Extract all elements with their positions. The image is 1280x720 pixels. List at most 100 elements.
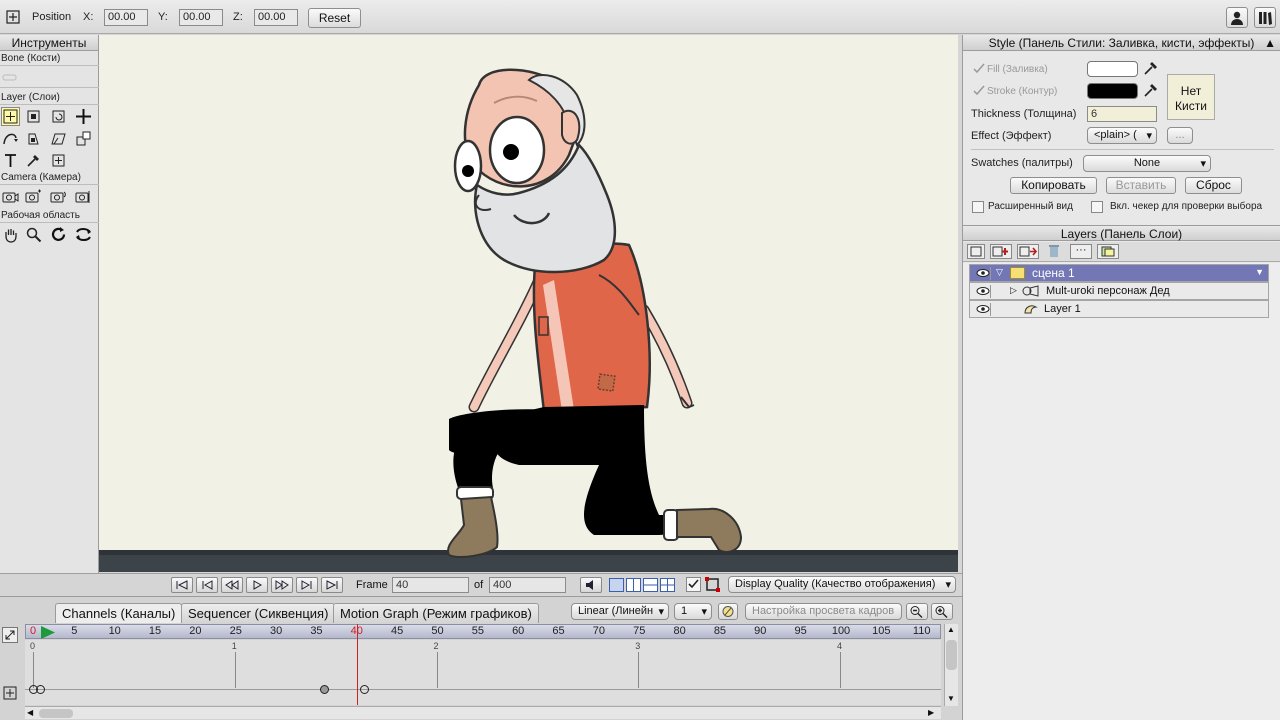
swatches-dropdown[interactable]: None ▾ (1083, 155, 1211, 172)
step-dropdown[interactable]: 1 ▾ (674, 603, 712, 620)
grandpa-character[interactable] (99, 35, 958, 572)
frame-field[interactable]: 40 (392, 577, 469, 593)
layer-row[interactable]: ▽ сцена 1 ▼ (969, 264, 1269, 282)
tab-sequencer[interactable]: Sequencer (Сиквенция) (181, 603, 336, 623)
stroke-checkbox[interactable] (973, 85, 985, 97)
chevron-down-icon[interactable]: ▼ (1255, 267, 1264, 277)
brush-preview[interactable]: Нет Кисти (1167, 74, 1215, 120)
perspective-icon[interactable] (49, 129, 68, 148)
translate-icon[interactable] (74, 107, 93, 126)
zoom-out-icon[interactable] (906, 603, 928, 620)
duplicate-layer-icon[interactable] (990, 244, 1012, 259)
split-horizontal-icon[interactable] (643, 578, 658, 592)
vertical-scrollbar[interactable]: ▲ ▼ (944, 624, 958, 706)
effect-settings-button[interactable]: ... (1167, 127, 1193, 144)
playhead[interactable] (356, 624, 358, 705)
more-icon[interactable]: ··· (1070, 244, 1092, 259)
tab-motion-graph[interactable]: Motion Graph (Режим графиков) (333, 603, 539, 623)
bounds-icon[interactable] (705, 577, 720, 592)
library-icon[interactable] (1254, 7, 1276, 28)
scroll-left-icon[interactable]: ◀ (27, 708, 33, 717)
new-layer-icon[interactable] (967, 244, 985, 259)
copy-layer-icon[interactable] (1017, 244, 1039, 259)
shear-icon[interactable] (24, 129, 43, 148)
reset-button[interactable]: Reset (308, 8, 361, 28)
keyframe-marker[interactable] (320, 685, 329, 694)
single-view-icon[interactable] (609, 578, 624, 592)
keyframe-marker[interactable] (360, 685, 369, 694)
scroll-thumb[interactable] (946, 640, 957, 670)
orbit-workspace-icon[interactable] (74, 225, 93, 244)
fill-color-swatch[interactable] (1087, 61, 1138, 77)
play-icon[interactable] (246, 577, 268, 593)
horizontal-scrollbar[interactable]: ◀ ▶ (25, 706, 941, 719)
keyframe-track[interactable]: 0 1 2 3 4 (25, 640, 941, 705)
advanced-view-checkbox[interactable] (972, 201, 984, 213)
camera-zoom-icon[interactable] (24, 187, 43, 206)
visibility-eye-icon[interactable] (975, 303, 991, 316)
interpolation-dropdown[interactable]: Linear (Линейн ▾ (571, 603, 669, 620)
transform-layer-icon[interactable] (1, 107, 20, 126)
step-forward-icon[interactable] (271, 577, 293, 593)
hand-icon[interactable] (1, 225, 20, 244)
collapse-icon[interactable]: ▲ (1264, 35, 1276, 51)
expand-icon[interactable] (2, 627, 18, 643)
keyframe-marker[interactable] (36, 685, 45, 694)
scale-layer-icon[interactable] (74, 129, 93, 148)
frame-ruler[interactable]: 0 51015202530354045505560657075808590951… (25, 624, 941, 639)
insert-layer-icon[interactable] (49, 151, 68, 170)
effect-dropdown[interactable]: <plain> ( ▾ (1087, 127, 1157, 144)
scroll-up-icon[interactable]: ▲ (947, 625, 955, 634)
total-frames-field[interactable]: 400 (489, 577, 566, 593)
visibility-eye-icon[interactable] (975, 285, 991, 298)
drawing-canvas[interactable] (99, 35, 958, 572)
zoom-icon[interactable] (24, 225, 43, 244)
expand-triangle-icon[interactable]: ▽ (996, 267, 1003, 278)
z-field[interactable]: 00.00 (254, 9, 298, 26)
camera-pan-tilt-icon[interactable] (74, 187, 93, 206)
paste-button[interactable]: Вставить (1106, 177, 1176, 194)
checkmark-icon[interactable] (686, 577, 701, 592)
scroll-down-icon[interactable]: ▼ (947, 694, 955, 703)
quad-view-icon[interactable] (660, 578, 675, 592)
rotate-workspace-icon[interactable] (49, 225, 68, 244)
text-tool-icon[interactable] (1, 151, 20, 170)
onion-skin-settings-button[interactable]: Настройка просвета кадров (745, 603, 902, 620)
onion-skin-icon[interactable] (718, 603, 738, 620)
camera-roll-icon[interactable] (49, 187, 68, 206)
layer-settings-icon[interactable] (1097, 244, 1119, 259)
set-origin-icon[interactable] (24, 107, 43, 126)
last-frame-icon[interactable] (321, 577, 343, 593)
add-keyframe-icon[interactable] (2, 685, 18, 701)
visibility-eye-icon[interactable] (975, 267, 991, 280)
layer-row[interactable]: ▷ Mult-uroki персонаж Дед (969, 282, 1269, 300)
follow-path-icon[interactable] (1, 129, 20, 148)
y-field[interactable]: 00.00 (179, 9, 223, 26)
thickness-field[interactable]: 6 (1087, 106, 1157, 122)
eyedropper-icon[interactable] (24, 151, 43, 170)
audio-icon[interactable] (580, 577, 602, 593)
bone-tool-icon[interactable] (0, 68, 19, 87)
layer-row[interactable]: Layer 1 (969, 300, 1269, 318)
first-frame-icon[interactable] (171, 577, 193, 593)
stroke-color-swatch[interactable] (1087, 83, 1138, 99)
fill-eyedropper-icon[interactable] (1143, 60, 1159, 76)
fill-checkbox[interactable] (973, 63, 985, 75)
trash-icon[interactable] (1046, 244, 1064, 259)
next-keyframe-icon[interactable] (296, 577, 318, 593)
scroll-right-icon[interactable]: ▶ (928, 708, 934, 717)
prev-keyframe-icon[interactable] (196, 577, 218, 593)
stroke-eyedropper-icon[interactable] (1143, 82, 1159, 98)
x-field[interactable]: 00.00 (104, 9, 148, 26)
tab-channels[interactable]: Channels (Каналы) (55, 603, 183, 623)
checker-checkbox[interactable] (1091, 201, 1103, 213)
display-quality-dropdown[interactable]: Display Quality (Качество отображения) ▾ (728, 576, 956, 593)
copy-button[interactable]: Копировать (1010, 177, 1097, 194)
rotate-layer-icon[interactable] (49, 107, 68, 126)
split-vertical-icon[interactable] (626, 578, 641, 592)
character-icon[interactable] (1226, 7, 1248, 28)
reset-style-button[interactable]: Сброс (1185, 177, 1242, 194)
camera-track-icon[interactable] (1, 187, 20, 206)
expand-triangle-icon[interactable]: ▷ (1010, 285, 1017, 296)
scroll-thumb[interactable] (39, 709, 73, 718)
